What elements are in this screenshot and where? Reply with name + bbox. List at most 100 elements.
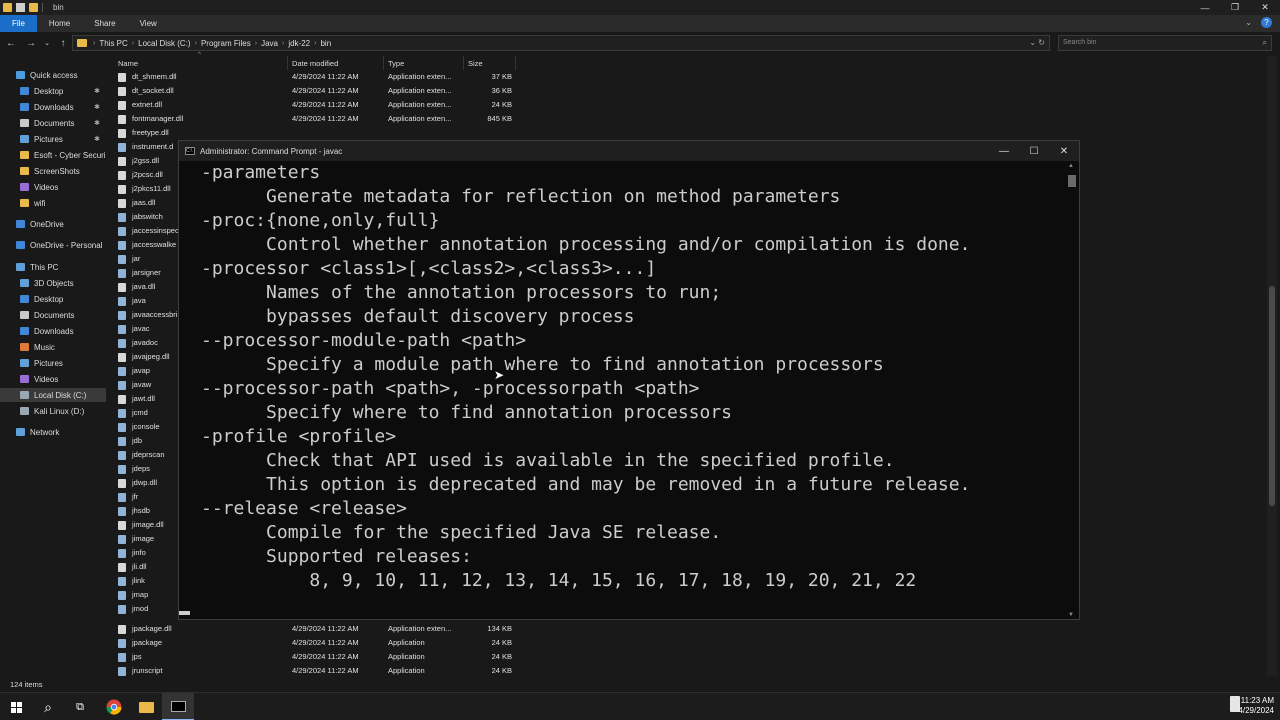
file-name: dt_shmem.dll (132, 72, 177, 81)
tab-share[interactable]: Share (82, 15, 127, 32)
nav-item[interactable]: wifi (0, 196, 106, 210)
file-name: jmod (132, 604, 149, 613)
nav-item[interactable]: Desktop ✱ (0, 84, 106, 98)
nav-item-label: Local Disk (C:) (34, 390, 87, 400)
nav-item[interactable]: OneDrive - Personal (0, 238, 106, 252)
nav-item-label: Pictures (34, 358, 63, 368)
nav-item[interactable]: Documents ✱ (0, 116, 106, 130)
application-icon (118, 465, 126, 474)
file-size: 134 KB (487, 624, 512, 633)
nav-item[interactable]: ScreenShots (0, 164, 106, 178)
search-input[interactable]: Search bin ⌕ (1058, 35, 1272, 51)
documents-icon (20, 311, 29, 319)
up-icon[interactable]: ↑ (56, 38, 70, 49)
file-size: 24 KB (491, 652, 512, 661)
cmd-scrollbar[interactable]: ▲ ▼ (1065, 161, 1079, 619)
tab-home[interactable]: Home (37, 15, 82, 32)
file-name: jdeprscan (132, 450, 165, 459)
nav-item[interactable]: Network (0, 425, 106, 439)
cmd-scrollbar-thumb[interactable] (1068, 175, 1076, 187)
column-type[interactable]: Type (384, 56, 464, 70)
nav-item[interactable]: Pictures (0, 356, 106, 370)
clock[interactable]: 11:23 AM 4/29/2024 (1238, 696, 1274, 716)
start-button[interactable] (0, 693, 32, 720)
application-icon (118, 667, 126, 676)
column-size[interactable]: Size (464, 56, 516, 70)
refresh-icon[interactable]: ⌄ ↻ (1029, 38, 1045, 47)
console-line: --processor-module-path <path> (201, 330, 527, 351)
file-row[interactable]: jpackage 4/29/2024 11:22 AM Application 24 … (114, 636, 534, 650)
folder-icon (20, 151, 29, 159)
cmd-close-button[interactable]: ✕ (1049, 141, 1079, 161)
scrollbar-thumb[interactable] (1269, 286, 1275, 506)
close-button[interactable]: ✕ (1250, 0, 1280, 15)
breadcrumb-bin[interactable]: bin (320, 39, 331, 48)
nav-item[interactable]: Downloads (0, 324, 106, 338)
nav-item[interactable]: Quick access (0, 68, 106, 82)
console-output[interactable]: -parameters Generate metadata for reflec… (201, 161, 1065, 619)
nav-item[interactable]: Videos (0, 180, 106, 194)
help-icon[interactable]: ? (1261, 17, 1272, 28)
cmd-maximize-button[interactable]: ☐ (1019, 141, 1049, 161)
scroll-up-icon[interactable]: ▲ (1068, 163, 1074, 169)
tab-view[interactable]: View (128, 15, 169, 32)
scroll-down-icon[interactable]: ▼ (1068, 612, 1074, 618)
breadcrumb-local-disk[interactable]: Local Disk (C:) (138, 39, 190, 48)
nav-item[interactable]: Pictures ✱ (0, 132, 106, 146)
file-row[interactable]: freetype.dll (114, 126, 534, 140)
file-row[interactable]: dt_shmem.dll 4/29/2024 11:22 AM Applicatio… (114, 70, 534, 84)
cmd-titlebar[interactable]: C:\ Administrator: Command Prompt - java… (179, 141, 1079, 161)
command-prompt-window[interactable]: C:\ Administrator: Command Prompt - java… (178, 140, 1080, 620)
command-prompt-taskbar-button[interactable] (162, 693, 194, 720)
file-row[interactable]: extnet.dll 4/29/2024 11:22 AM Application … (114, 98, 534, 112)
application-icon (118, 339, 126, 348)
nav-item[interactable]: Kali Linux (D:) (0, 404, 106, 418)
forward-icon[interactable]: → (24, 38, 38, 49)
breadcrumb-java[interactable]: Java (261, 39, 278, 48)
maximize-button[interactable]: ❐ (1220, 0, 1250, 15)
console-line: Check that API used is available in the … (201, 450, 895, 471)
desktop-icon (20, 295, 29, 303)
nav-item[interactable]: Esoft - Cyber Securi (0, 148, 106, 162)
file-row[interactable]: jrunscript 4/29/2024 11:22 AM Application 2… (114, 664, 534, 678)
cmd-minimize-button[interactable]: — (989, 141, 1019, 161)
recent-locations-icon[interactable]: ⌄ (40, 39, 54, 47)
file-row[interactable]: jps 4/29/2024 11:22 AM Application 24 KB (114, 650, 534, 664)
window-title: bin (53, 3, 64, 12)
column-date-modified[interactable]: Date modified (288, 56, 384, 70)
minimize-button[interactable]: — (1190, 0, 1220, 15)
breadcrumb-jdk[interactable]: jdk-22 (288, 39, 310, 48)
breadcrumb-this-pc[interactable]: This PC (99, 39, 127, 48)
file-row[interactable]: jpackage.dll 4/29/2024 11:22 AM Applicatio… (114, 622, 534, 636)
breadcrumb-program-files[interactable]: Program Files (201, 39, 251, 48)
application-icon (118, 535, 126, 544)
cmd-title: Administrator: Command Prompt - javac (200, 146, 343, 156)
nav-item[interactable]: Videos (0, 372, 106, 386)
nav-item[interactable]: Documents (0, 308, 106, 322)
new-folder-icon[interactable] (29, 3, 38, 12)
nav-item[interactable]: Music (0, 340, 106, 354)
search-taskbar-button[interactable]: ⌕ (32, 693, 64, 720)
file-date: 4/29/2024 11:22 AM (292, 100, 359, 109)
nav-item-label: This PC (30, 262, 59, 272)
address-bar[interactable]: › This PC › Local Disk (C:) › Program Fi… (72, 35, 1050, 51)
file-explorer-button[interactable] (130, 693, 162, 720)
nav-item[interactable]: OneDrive (0, 217, 106, 231)
column-name[interactable]: Name (114, 56, 288, 70)
file-date: 4/29/2024 11:22 AM (292, 114, 359, 123)
nav-item[interactable]: Downloads ✱ (0, 100, 106, 114)
tab-file[interactable]: File (0, 15, 37, 32)
expand-ribbon-icon[interactable]: ⌄ (1245, 18, 1252, 27)
nav-item[interactable]: 3D Objects (0, 276, 106, 290)
nav-item[interactable]: Local Disk (C:) (0, 388, 106, 402)
back-icon[interactable]: ← (4, 38, 18, 49)
chrome-button[interactable] (98, 693, 130, 720)
file-row[interactable]: dt_socket.dll 4/29/2024 11:22 AM Applicati… (114, 84, 534, 98)
nav-item[interactable]: Desktop (0, 292, 106, 306)
application-icon (118, 143, 126, 152)
properties-icon[interactable] (16, 3, 25, 12)
explorer-scrollbar[interactable] (1267, 56, 1277, 676)
task-view-button[interactable]: ⧉ (64, 693, 96, 720)
file-row[interactable]: fontmanager.dll 4/29/2024 11:22 AM Applica… (114, 112, 534, 126)
nav-item[interactable]: This PC (0, 260, 106, 274)
